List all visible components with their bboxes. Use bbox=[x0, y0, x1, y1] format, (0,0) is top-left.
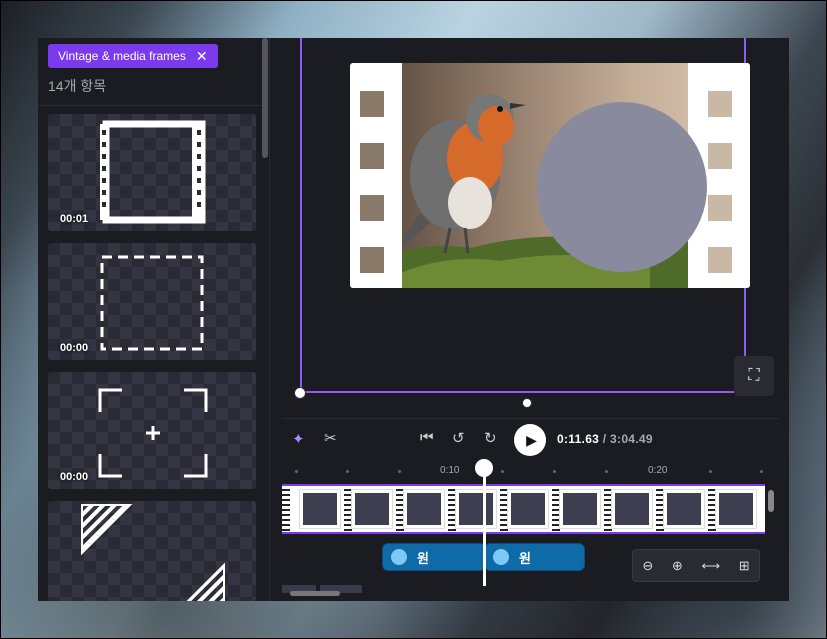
scissors-icon[interactable]: ✂ bbox=[324, 429, 337, 447]
resize-handle[interactable] bbox=[522, 398, 532, 408]
editor-panel: ⛶ ✦ ✂ ⏮ ↺ ↻ ▶ 0:11.63 / 3:04.49 0:10 0:2 bbox=[282, 38, 779, 601]
time-display: 0:11.63 / 3:04.49 bbox=[557, 432, 653, 446]
preview-canvas[interactable] bbox=[300, 38, 750, 393]
film-perforation bbox=[282, 486, 290, 532]
track-thumbnail bbox=[299, 489, 341, 529]
circle-shape-icon bbox=[493, 549, 509, 565]
preview-artwork bbox=[350, 63, 750, 288]
timeline-horizontal-scrollbar[interactable] bbox=[290, 591, 340, 596]
shape-clip[interactable]: 원 bbox=[484, 543, 585, 571]
zoom-in-icon[interactable]: ⊕ bbox=[672, 558, 683, 574]
ruler-label: 0:10 bbox=[440, 465, 460, 476]
striped-corner-triangles-icon bbox=[81, 504, 225, 601]
frame-tile-film-strip[interactable]: 00:01 bbox=[48, 114, 256, 231]
total-time: 3:04.49 bbox=[610, 432, 653, 446]
film-perforation bbox=[552, 486, 560, 532]
app-window: Vintage & media frames ✕ 14개 항목 00:01 00… bbox=[38, 38, 789, 601]
play-button[interactable]: ▶ bbox=[514, 424, 546, 456]
track-thumbnail bbox=[611, 489, 653, 529]
ruler-tick bbox=[398, 470, 401, 473]
forward-5-icon[interactable]: ↻ bbox=[484, 429, 497, 447]
clip-label: 원 bbox=[519, 550, 531, 566]
fullscreen-button[interactable]: ⛶ bbox=[734, 356, 774, 396]
ruler-tick bbox=[605, 470, 608, 473]
tile-duration: 00:01 bbox=[60, 213, 89, 225]
player-controls: ✦ ✂ ⏮ ↺ ↻ ▶ 0:11.63 / 3:04.49 bbox=[282, 418, 779, 460]
track-thumbnail bbox=[663, 489, 705, 529]
ruler-tick bbox=[760, 470, 763, 473]
frame-tile-dashed-square[interactable]: 00:00 bbox=[48, 243, 256, 360]
overlay-track[interactable] bbox=[282, 484, 765, 534]
film-perforation bbox=[604, 486, 612, 532]
filter-chip[interactable]: Vintage & media frames ✕ bbox=[48, 44, 218, 68]
track-thumbnail bbox=[351, 489, 393, 529]
film-perforation bbox=[448, 486, 456, 532]
film-perforation bbox=[656, 486, 664, 532]
ruler-tick bbox=[709, 470, 712, 473]
track-thumbnail bbox=[715, 489, 757, 529]
film-perforation bbox=[708, 486, 716, 532]
sparkle-icon[interactable]: ✦ bbox=[292, 430, 305, 448]
media-library-panel: Vintage & media frames ✕ 14개 항목 00:01 00… bbox=[38, 38, 270, 601]
film-perforation bbox=[500, 486, 508, 532]
panel-scrollbar[interactable] bbox=[262, 38, 268, 158]
close-icon[interactable]: ✕ bbox=[196, 49, 208, 63]
time-separator: / bbox=[599, 432, 611, 446]
results-count: 14개 항목 bbox=[48, 78, 107, 94]
zoom-controls: ⊖ ⊕ ⟷ ⊞ bbox=[632, 549, 760, 582]
circle-shape-icon bbox=[391, 549, 407, 565]
clip-label: 원 bbox=[417, 550, 429, 566]
track-thumbnail bbox=[507, 489, 549, 529]
tile-duration: 00:00 bbox=[60, 342, 89, 354]
ruler-tick bbox=[501, 470, 504, 473]
zoom-out-icon[interactable]: ⊖ bbox=[642, 558, 653, 574]
timeline-ruler[interactable]: 0:10 0:20 bbox=[282, 461, 779, 483]
filter-chip-label: Vintage & media frames bbox=[58, 49, 186, 63]
current-time: 0:11.63 bbox=[557, 432, 600, 446]
audio-track-preview bbox=[282, 580, 372, 593]
frame-tile-viewfinder[interactable]: 00:00 bbox=[48, 372, 256, 489]
track-thumbnail bbox=[403, 489, 445, 529]
fullscreen-icon: ⛶ bbox=[748, 367, 760, 384]
add-track-icon[interactable]: ⊞ bbox=[739, 558, 750, 574]
frame-tile-striped-corners[interactable] bbox=[48, 501, 256, 601]
tile-duration: 00:00 bbox=[60, 471, 89, 483]
ruler-tick bbox=[346, 470, 349, 473]
play-icon: ▶ bbox=[526, 431, 537, 448]
skip-start-icon[interactable]: ⏮ bbox=[420, 429, 434, 446]
shape-clip[interactable]: 원 bbox=[382, 543, 486, 571]
playhead-handle[interactable] bbox=[475, 459, 493, 477]
track-thumbnail bbox=[559, 489, 601, 529]
film-perforation bbox=[396, 486, 404, 532]
video-preview bbox=[350, 63, 750, 288]
track-thumbnail bbox=[455, 489, 497, 529]
divider bbox=[38, 105, 270, 106]
rewind-5-icon[interactable]: ↺ bbox=[452, 429, 465, 447]
resize-handle[interactable] bbox=[294, 387, 306, 399]
ruler-tick bbox=[553, 470, 556, 473]
fit-width-icon[interactable]: ⟷ bbox=[701, 558, 720, 574]
timeline-scrollbar[interactable] bbox=[768, 490, 774, 512]
ruler-label: 0:20 bbox=[648, 465, 668, 476]
playhead-line[interactable] bbox=[483, 462, 486, 586]
ruler-tick bbox=[295, 470, 298, 473]
film-perforation bbox=[344, 486, 352, 532]
